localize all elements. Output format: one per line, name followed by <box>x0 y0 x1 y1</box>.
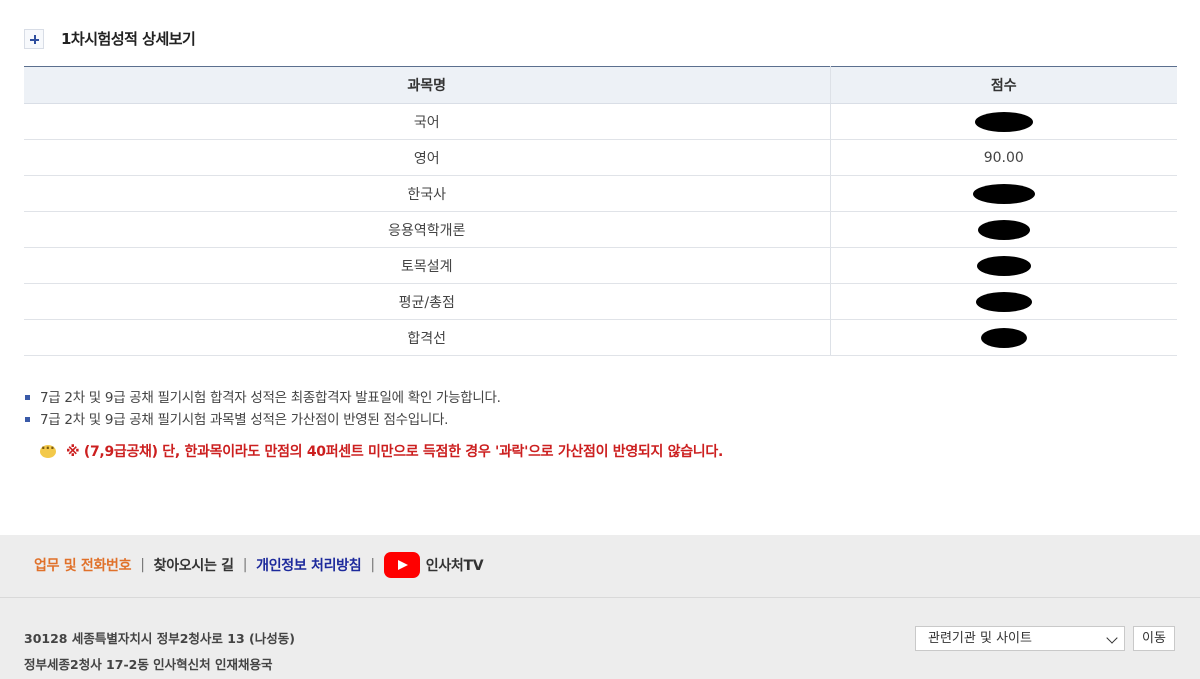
note-item: 7급 2차 및 9급 공채 필기시험 과목별 성적은 가산점이 반영된 점수입니… <box>24 411 501 433</box>
redacted-score <box>972 183 1035 204</box>
column-header-subject: 과목명 <box>24 66 831 104</box>
work-phone-link[interactable]: 업무 및 전화번호 <box>34 555 132 575</box>
warning-notice: ※ (7,9급공채) 단, 한과목이라도 만점의 40퍼센트 미만으로 득점한 … <box>40 441 723 461</box>
table-row: 합격선 <box>24 319 1177 356</box>
score-cell <box>830 103 1177 140</box>
subject-cell: 토목설계 <box>24 247 831 284</box>
subject-cell: 한국사 <box>24 175 831 212</box>
chevron-down-icon <box>1106 632 1118 644</box>
subject-cell: 합격선 <box>24 319 831 356</box>
note-item: 7급 2차 및 9급 공채 필기시험 합격자 성적은 최종합격자 발표일에 확인… <box>24 389 501 411</box>
notes-list: 7급 2차 및 9급 공채 필기시험 합격자 성적은 최종합격자 발표일에 확인… <box>24 389 501 433</box>
address-line-2: 정부세종2청사 17-2동 인사혁신처 인재채용국 <box>24 657 273 672</box>
separator: | <box>370 557 375 573</box>
table-header-row: 과목명 점수 <box>24 66 1177 104</box>
youtube-channel-link[interactable]: 인사처TV <box>426 555 484 575</box>
address-line-1: 30128 세종특별자치시 정부2청사로 13 (나성동) <box>24 631 295 646</box>
score-table: 과목명 점수 국어 영어 90.00 한국사 응용역학개론 토목설계 평균/총점 합격선 <box>24 66 1177 356</box>
score-cell <box>830 283 1177 320</box>
plus-icon[interactable] <box>24 28 44 49</box>
subject-cell: 평균/총점 <box>24 283 831 320</box>
related-sites-select[interactable]: 관련기관 및 사이트 <box>915 626 1125 651</box>
redacted-score <box>977 219 1030 240</box>
score-cell <box>830 319 1177 356</box>
redacted-score <box>974 111 1033 132</box>
subject-cell: 영어 <box>24 139 831 176</box>
table-row: 평균/총점 <box>24 283 1177 320</box>
section-header: 1차시험성적 상세보기 <box>24 28 196 49</box>
redacted-score <box>976 255 1031 276</box>
subject-cell: 응용역학개론 <box>24 211 831 248</box>
table-row: 응용역학개론 <box>24 211 1177 248</box>
speech-bubble-icon <box>40 441 56 458</box>
table-row: 토목설계 <box>24 247 1177 284</box>
score-cell <box>830 211 1177 248</box>
score-cell <box>830 247 1177 284</box>
subject-cell: 국어 <box>24 103 831 140</box>
footer-links-bar: 업무 및 전화번호 | 찾아오시는 길 | 개인정보 처리방침 | 인사처TV <box>0 535 1200 598</box>
separator: | <box>140 557 145 573</box>
table-row: 영어 90.00 <box>24 139 1177 176</box>
section-title: 1차시험성적 상세보기 <box>61 30 196 48</box>
separator: | <box>242 557 248 573</box>
warning-text: ※ (7,9급공채) 단, 한과목이라도 만점의 40퍼센트 미만으로 득점한 … <box>66 444 723 460</box>
score-cell: 90.00 <box>830 139 1177 176</box>
table-row: 국어 <box>24 103 1177 140</box>
directions-link[interactable]: 찾아오시는 길 <box>154 555 234 575</box>
redacted-score <box>980 327 1027 348</box>
go-button[interactable]: 이동 <box>1133 626 1175 651</box>
score-cell <box>830 175 1177 212</box>
select-value: 관련기관 및 사이트 <box>928 631 1032 646</box>
footer-info: 30128 세종특별자치시 정부2청사로 13 (나성동) 정부세종2청사 17… <box>0 598 1200 679</box>
redacted-score <box>975 291 1032 312</box>
table-row: 한국사 <box>24 175 1177 212</box>
youtube-icon[interactable] <box>383 552 420 578</box>
privacy-policy-link[interactable]: 개인정보 처리방침 <box>256 555 362 575</box>
column-header-score: 점수 <box>830 66 1177 104</box>
